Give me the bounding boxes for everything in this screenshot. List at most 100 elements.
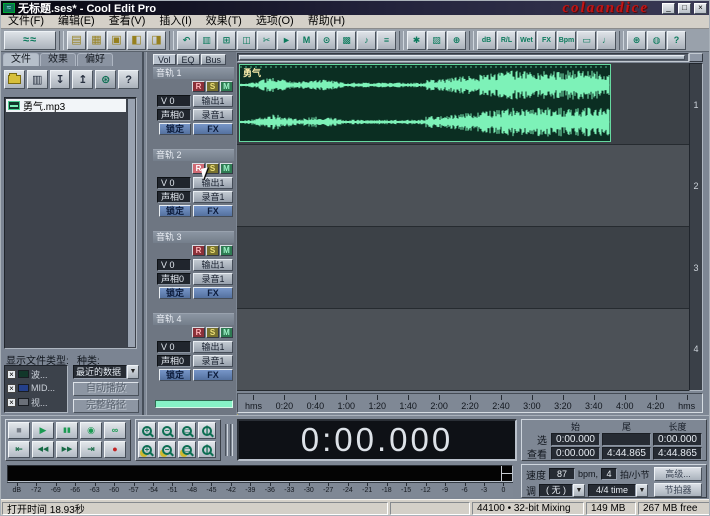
lock-button[interactable]: 锁定 (159, 287, 191, 299)
zoom-in-button[interactable]: + (138, 422, 156, 439)
scrollbar-thumb[interactable] (239, 55, 685, 60)
chevron-down-icon[interactable]: ▼ (127, 365, 139, 379)
go-to-start-button[interactable]: ⇤ (8, 441, 30, 458)
key-select[interactable]: ( 无 ) ▼ (539, 484, 585, 497)
record-arm-button[interactable]: R (192, 81, 205, 92)
organizer-help-button[interactable]: ? (118, 70, 139, 89)
volume-field[interactable]: V 0 (157, 95, 191, 107)
loop-properties-button[interactable]: ⊕ (447, 31, 466, 50)
selection-end-field[interactable] (602, 433, 651, 446)
volume-envelope-button[interactable]: dB (477, 31, 496, 50)
menu-item[interactable]: 文件(F) (1, 15, 51, 28)
loop-edit-button[interactable]: ✱ (407, 31, 426, 50)
tab-favorites[interactable]: 偏好 (77, 53, 113, 66)
wetdry-envelope-button[interactable]: Wet (517, 31, 536, 50)
output-button[interactable]: 输出1 (193, 259, 233, 271)
track-title[interactable]: 音轨 4 (153, 313, 234, 325)
tempo-envelope-button[interactable]: Bpm (557, 31, 576, 50)
lock-button[interactable]: 锁定 (159, 369, 191, 381)
tab-files[interactable]: 文件 (3, 53, 39, 66)
timeline-ruler[interactable]: hms0:200:401:001:201:402:002:202:403:003… (237, 393, 703, 413)
block-edit-button[interactable]: ▭ (577, 31, 596, 50)
level-meter[interactable] (7, 465, 513, 482)
close-button[interactable]: × (694, 3, 707, 14)
filter-row-midi[interactable]: × MID... (7, 381, 65, 395)
zoom-to-selection-button[interactable]: ┃ (198, 422, 216, 439)
insert-cdlist-button[interactable]: ↥ (72, 70, 93, 89)
new-session-button[interactable]: ▤ (67, 31, 86, 50)
track-title[interactable]: 音轨 2 (153, 149, 234, 161)
undo-button[interactable]: ↶ (177, 31, 196, 50)
menu-item[interactable]: 帮助(H) (301, 15, 352, 28)
filter-row-wave[interactable]: × 波... (7, 367, 65, 381)
clip-list-button[interactable]: ≡ (377, 31, 396, 50)
record-device-button[interactable]: 录音1 (193, 109, 233, 121)
mute-button[interactable]: M (220, 163, 233, 174)
file-list-item[interactable]: 勇气.mp3 (6, 99, 126, 112)
horizontal-scrollbar[interactable] (237, 53, 689, 62)
solo-button[interactable]: S (206, 327, 219, 338)
split-clip-button[interactable]: ✂ (257, 31, 276, 50)
open-file-button[interactable] (4, 70, 25, 89)
pan-envelope-button[interactable]: R/L (497, 31, 516, 50)
selection-start-field[interactable]: 0:00.000 (551, 433, 600, 446)
fast-forward-button[interactable]: ▶▶ (56, 441, 78, 458)
mixdown-button[interactable]: ▥ (197, 31, 216, 50)
chevron-down-icon[interactable]: ▼ (636, 484, 648, 497)
beats-field[interactable]: 4 (601, 468, 617, 480)
punch-in-button[interactable]: M (297, 31, 316, 50)
zoom-full-button[interactable]: ▭ (178, 422, 196, 439)
record-device-button[interactable]: 录音1 (193, 191, 233, 203)
filter-row-video[interactable]: × 视... (7, 395, 65, 409)
multitrack-view-toggle-button[interactable]: ≈≈ (4, 31, 56, 50)
zoom-in-left-edge-button[interactable]: + (138, 441, 156, 458)
mixer-button[interactable]: ♩ (597, 31, 616, 50)
advanced-button[interactable]: 高级... (654, 467, 702, 481)
fullpath-button[interactable]: 完整路径 (73, 399, 139, 413)
mute-button[interactable]: M (220, 327, 233, 338)
play-button[interactable]: ▶ (32, 422, 54, 439)
menu-item[interactable]: 选项(O) (249, 15, 301, 28)
close-file-button[interactable]: ▥ (27, 70, 48, 89)
fx-button[interactable]: FX (193, 123, 233, 135)
wave-filter-checkbox[interactable]: × (7, 370, 16, 379)
track-title[interactable]: 音轨 3 (153, 231, 234, 243)
menu-item[interactable]: 插入(I) (152, 15, 198, 28)
view-end-field[interactable]: 4:44.865 (602, 447, 651, 460)
merge-clip-button[interactable]: ► (277, 31, 296, 50)
window-grid-button[interactable]: ⊞ (217, 31, 236, 50)
web-button[interactable]: ◍ (647, 31, 666, 50)
fx-button[interactable]: FX (193, 287, 233, 299)
go-to-end-button[interactable]: ⇥ (80, 441, 102, 458)
menu-item[interactable]: 效果(T) (199, 15, 249, 28)
record-arm-button[interactable]: R (192, 327, 205, 338)
record-button[interactable]: ● (104, 441, 126, 458)
fx-button[interactable]: FX (193, 369, 233, 381)
pan-field[interactable]: 声相0 (157, 109, 191, 121)
timesig-select[interactable]: 4/4 time ▼ (588, 484, 648, 497)
pan-field[interactable]: 声相0 (157, 273, 191, 285)
tab-bus[interactable]: Bus (201, 54, 227, 65)
zoom-in-right-edge-button[interactable]: − (158, 441, 176, 458)
pan-field[interactable]: 声相0 (157, 355, 191, 367)
grid-snap-button[interactable]: ▩ (337, 31, 356, 50)
selection-length-field[interactable]: 0:00.000 (653, 433, 702, 446)
help-button[interactable]: ? (667, 31, 686, 50)
midi-filter-checkbox[interactable]: × (7, 384, 16, 393)
record-device-button[interactable]: 录音1 (193, 355, 233, 367)
zoom-selection-edge-button[interactable]: ┃ (198, 441, 216, 458)
volume-field[interactable]: V 0 (157, 341, 191, 353)
settings-button[interactable]: ⊛ (627, 31, 646, 50)
stop-button[interactable]: ■ (8, 422, 30, 439)
play-looped-button[interactable]: ◉ (80, 422, 102, 439)
tab-eq[interactable]: EQ (177, 54, 200, 65)
solo-button[interactable]: S (206, 81, 219, 92)
record-arm-button[interactable]: R (192, 245, 205, 256)
maximize-button[interactable]: □ (678, 3, 691, 14)
solo-button[interactable]: S (206, 245, 219, 256)
metronome-button[interactable]: 节拍器 (654, 483, 702, 497)
clip-lock-button[interactable]: ♪ (357, 31, 376, 50)
output-button[interactable]: 输出1 (193, 341, 233, 353)
zoom-out-full-button[interactable]: ▭ (178, 441, 196, 458)
sort-select[interactable]: 最近的数据 ▼ (73, 365, 139, 379)
